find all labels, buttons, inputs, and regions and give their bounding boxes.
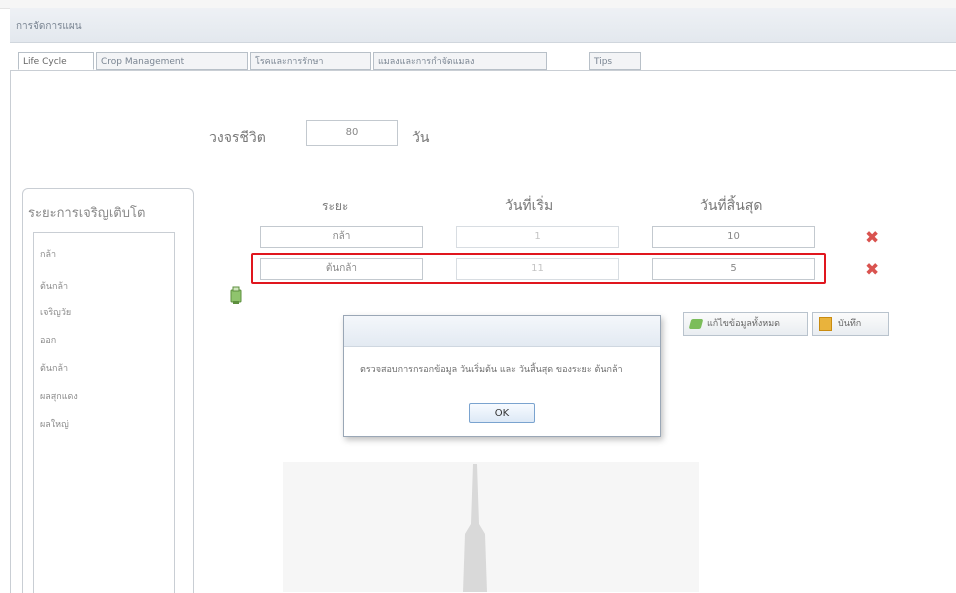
edit-all-button[interactable]: แก้ไขข้อมูลทั้งหมด [683, 312, 808, 336]
list-item[interactable]: กล้า [40, 247, 56, 261]
delete-row-icon[interactable]: ✖ [865, 260, 879, 280]
add-row-icon[interactable] [228, 286, 244, 306]
lifecycle-label: วงจรชีวิต [209, 130, 266, 146]
tab-crop-management[interactable]: Crop Management [96, 52, 248, 70]
lifecycle-input[interactable]: 80 [306, 120, 398, 146]
column-header-end: วันที่สิ้นสุด [700, 198, 763, 214]
column-header-stage: ระยะ [322, 199, 349, 213]
stage-list: กล้า ต้นกล้า เจริญวัย ออก ต้นกล้า ผลสุกแ… [33, 232, 175, 593]
validation-dialog: ตรวจสอบการกรอกข้อมูล วันเริ่มต้น และ วัน… [343, 315, 661, 437]
delete-row-icon[interactable]: ✖ [865, 228, 879, 248]
sidebar-title: ระยะการเจริญเติบโต [28, 206, 146, 221]
tab-disease[interactable]: โรคและการรักษา [250, 52, 371, 70]
window-titlebar: การจัดการแผน [10, 8, 956, 43]
list-item[interactable]: ผลสุกแดง [40, 389, 78, 403]
watermark-emblem [463, 464, 487, 592]
start-day-input: 1 [456, 226, 619, 248]
dialog-message: ตรวจสอบการกรอกข้อมูล วันเริ่มต้น และ วัน… [360, 365, 623, 375]
dialog-titlebar [344, 316, 660, 347]
lifecycle-unit: วัน [412, 130, 430, 146]
tab-life-cycle[interactable]: Life Cycle [18, 52, 94, 70]
window-title: การจัดการแผน [16, 21, 82, 32]
list-item[interactable]: ต้นกล้า [40, 361, 68, 375]
list-item[interactable]: ผลใหญ่ [40, 417, 69, 431]
column-header-start: วันที่เริ่ม [505, 198, 554, 214]
list-item[interactable]: ต้นกล้า [40, 279, 68, 293]
save-button[interactable]: บันทึก [812, 312, 889, 336]
end-day-input[interactable]: 10 [652, 226, 815, 248]
stage-name-input[interactable]: กล้า [260, 226, 423, 248]
ok-button[interactable]: OK [469, 403, 535, 423]
edit-all-label: แก้ไขข้อมูลทั้งหมด [707, 319, 780, 329]
tab-tips[interactable]: Tips [589, 52, 641, 70]
edit-icon [688, 318, 704, 329]
save-label: บันทึก [838, 319, 862, 329]
error-highlight-row [251, 253, 826, 284]
watermark-area [283, 462, 699, 592]
list-item[interactable]: เจริญวัย [40, 305, 71, 319]
save-icon [819, 316, 832, 331]
tab-insect[interactable]: แมลงและการกำจัดแมลง [373, 52, 547, 70]
list-item[interactable]: ออก [40, 333, 56, 347]
